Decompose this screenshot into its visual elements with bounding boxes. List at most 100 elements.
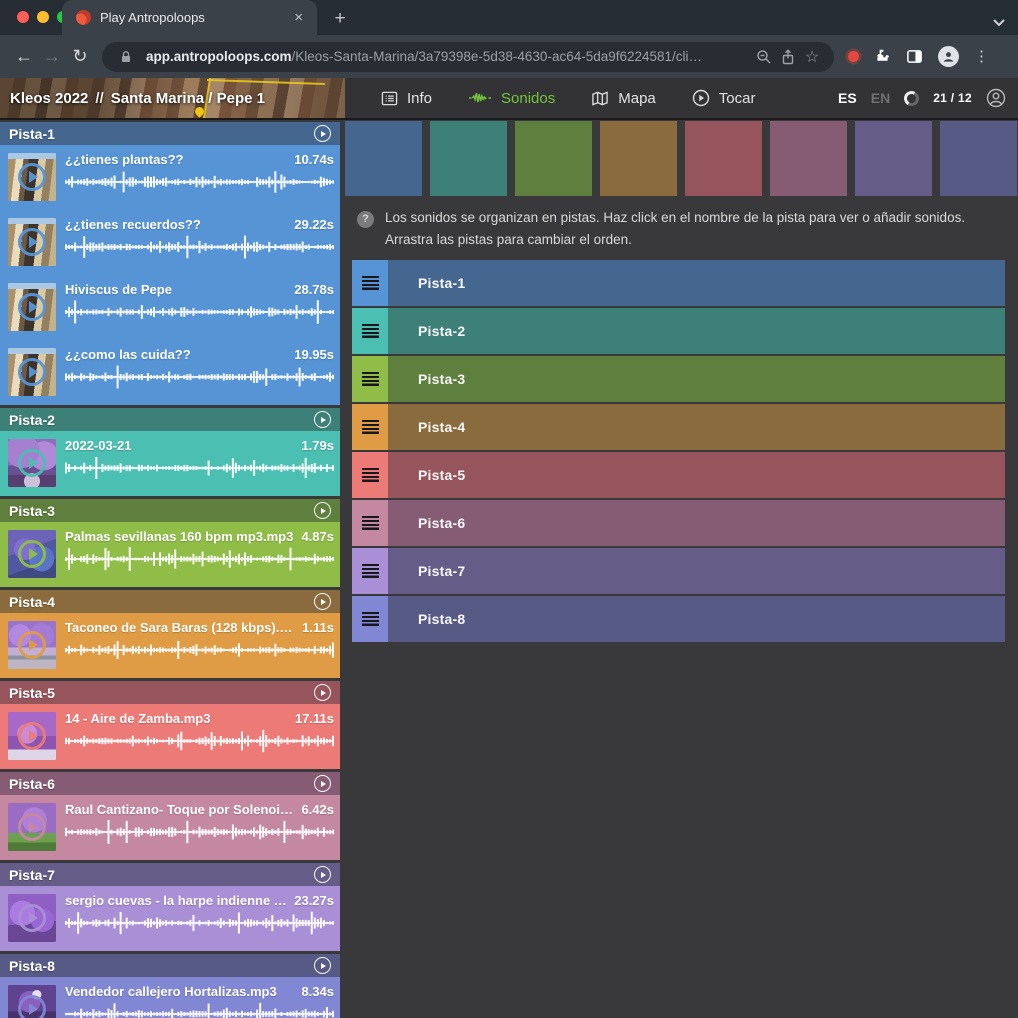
audio-clip[interactable]: Vendedor callejero Hortalizas.mp3 8.34s <box>0 977 340 1018</box>
audio-clip[interactable]: ¿¿tienes plantas?? 10.74s <box>0 145 340 210</box>
clip-thumbnail[interactable] <box>8 530 56 578</box>
track-header[interactable]: Pista-5 <box>0 681 340 704</box>
track-row-bar[interactable]: Pista-3 <box>388 356 1005 402</box>
track-header[interactable]: Pista-3 <box>0 499 340 522</box>
clip-thumbnail[interactable] <box>8 803 56 851</box>
nav-tocar[interactable]: Tocar <box>692 89 756 107</box>
track-row[interactable]: Pista-8 <box>352 596 1005 642</box>
share-icon[interactable] <box>776 45 800 69</box>
clip-play-icon[interactable] <box>18 228 46 256</box>
breadcrumb-session[interactable]: Santa Marina / Pepe 1 <box>111 90 265 107</box>
track-header[interactable]: Pista-1 <box>0 122 340 145</box>
bookmark-star-icon[interactable]: ☆ <box>800 45 824 69</box>
track-header[interactable]: Pista-2 <box>0 408 340 431</box>
drag-handle[interactable] <box>352 452 388 498</box>
clip-thumbnail[interactable] <box>8 985 56 1018</box>
side-panel-icon[interactable] <box>906 48 923 65</box>
clip-thumbnail[interactable] <box>8 439 56 487</box>
drag-handle[interactable] <box>352 404 388 450</box>
track-row-bar[interactable]: Pista-4 <box>388 404 1005 450</box>
audio-clip[interactable]: sergio cuevas - la harpe indienne - 03 -… <box>0 886 340 951</box>
drag-handle[interactable] <box>352 548 388 594</box>
track-play-button[interactable] <box>314 411 331 428</box>
new-tab-button[interactable]: + <box>328 7 352 31</box>
clip-thumbnail[interactable] <box>8 153 56 201</box>
breadcrumb-project[interactable]: Kleos 2022 <box>10 90 88 107</box>
clip-thumbnail[interactable] <box>8 348 56 396</box>
drag-handle[interactable] <box>352 596 388 642</box>
forward-button[interactable]: → <box>38 43 66 71</box>
browser-profile-avatar[interactable] <box>938 46 959 67</box>
audio-clip[interactable]: Raul Cantizano- Toque por Solenoide.mp3 … <box>0 795 340 860</box>
clip-play-icon[interactable] <box>18 722 46 750</box>
window-minimize-button[interactable] <box>37 11 49 23</box>
audio-clip[interactable]: ¿¿tienes recuerdos?? 29.22s <box>0 210 340 275</box>
clip-play-icon[interactable] <box>18 995 46 1018</box>
track-row-bar[interactable]: Pista-2 <box>388 308 1005 354</box>
map-thumbnail[interactable]: Kleos 2022//Santa Marina / Pepe 1 <box>0 78 345 118</box>
audio-clip[interactable]: 14 - Aire de Zamba.mp3 17.11s <box>0 704 340 769</box>
drag-handle[interactable] <box>352 500 388 546</box>
window-close-button[interactable] <box>17 11 29 23</box>
tab-search-chevron-icon[interactable] <box>992 14 1006 32</box>
track-row-bar[interactable]: Pista-7 <box>388 548 1005 594</box>
clip-thumbnail[interactable] <box>8 894 56 942</box>
clip-play-icon[interactable] <box>18 358 46 386</box>
clip-thumbnail[interactable] <box>8 712 56 760</box>
track-row[interactable]: Pista-7 <box>352 548 1005 594</box>
track-row-bar[interactable]: Pista-8 <box>388 596 1005 642</box>
drag-handle[interactable] <box>352 356 388 402</box>
back-button[interactable]: ← <box>10 43 38 71</box>
track-row[interactable]: Pista-2 <box>352 308 1005 354</box>
drag-handle[interactable] <box>352 308 388 354</box>
track-play-button[interactable] <box>314 125 331 142</box>
tab-close-icon[interactable]: × <box>290 8 307 27</box>
clip-thumbnail[interactable] <box>8 621 56 669</box>
track-play-button[interactable] <box>314 957 331 974</box>
track-header[interactable]: Pista-6 <box>0 772 340 795</box>
track-header[interactable]: Pista-7 <box>0 863 340 886</box>
audio-clip[interactable]: 2022-03-21 1.79s <box>0 431 340 496</box>
clip-play-icon[interactable] <box>18 163 46 191</box>
account-icon[interactable] <box>986 88 1006 108</box>
language-es-button[interactable]: ES <box>838 90 857 106</box>
audio-clip[interactable]: Hiviscus de Pepe 28.78s <box>0 275 340 340</box>
nav-mapa[interactable]: Mapa <box>591 90 656 107</box>
nav-info[interactable]: Info <box>381 90 432 107</box>
track-row[interactable]: Pista-4 <box>352 404 1005 450</box>
audio-clip[interactable]: Palmas sevillanas 160 bpm mp3.mp3 4.87s <box>0 522 340 587</box>
track-row-bar[interactable]: Pista-1 <box>388 260 1005 306</box>
reload-button[interactable]: ↻ <box>66 43 94 71</box>
clip-play-icon[interactable] <box>18 540 46 568</box>
clip-play-icon[interactable] <box>18 904 46 932</box>
browser-menu-icon[interactable]: ⋮ <box>974 49 989 64</box>
nav-sonidos[interactable]: Sonidos <box>468 90 555 107</box>
track-play-button[interactable] <box>314 866 331 883</box>
clip-play-icon[interactable] <box>18 449 46 477</box>
audio-clip[interactable]: Taconeo de Sara Baras (128 kbps).mp3 1.1… <box>0 613 340 678</box>
drag-handle[interactable] <box>352 260 388 306</box>
recording-extension-icon[interactable] <box>848 51 859 62</box>
track-play-button[interactable] <box>314 502 331 519</box>
zoom-out-icon[interactable] <box>752 45 776 69</box>
track-row[interactable]: Pista-5 <box>352 452 1005 498</box>
track-row-bar[interactable]: Pista-5 <box>388 452 1005 498</box>
track-play-button[interactable] <box>314 593 331 610</box>
url-bar[interactable]: app.antropoloops.com/Kleos-Santa-Marina/… <box>102 42 834 72</box>
track-row[interactable]: Pista-1 <box>352 260 1005 306</box>
clip-play-icon[interactable] <box>18 813 46 841</box>
audio-clip[interactable]: ¿¿como las cuida?? 19.95s <box>0 340 340 405</box>
track-header[interactable]: Pista-4 <box>0 590 340 613</box>
browser-tab[interactable]: Play Antropoloops × <box>62 0 317 35</box>
track-row[interactable]: Pista-3 <box>352 356 1005 402</box>
track-play-button[interactable] <box>314 684 331 701</box>
extensions-puzzle-icon[interactable] <box>874 48 891 65</box>
language-en-button[interactable]: EN <box>871 90 890 106</box>
track-play-button[interactable] <box>314 775 331 792</box>
track-row-bar[interactable]: Pista-6 <box>388 500 1005 546</box>
clip-thumbnail[interactable] <box>8 218 56 266</box>
clip-play-icon[interactable] <box>18 293 46 321</box>
clip-play-icon[interactable] <box>18 631 46 659</box>
track-header[interactable]: Pista-8 <box>0 954 340 977</box>
track-row[interactable]: Pista-6 <box>352 500 1005 546</box>
